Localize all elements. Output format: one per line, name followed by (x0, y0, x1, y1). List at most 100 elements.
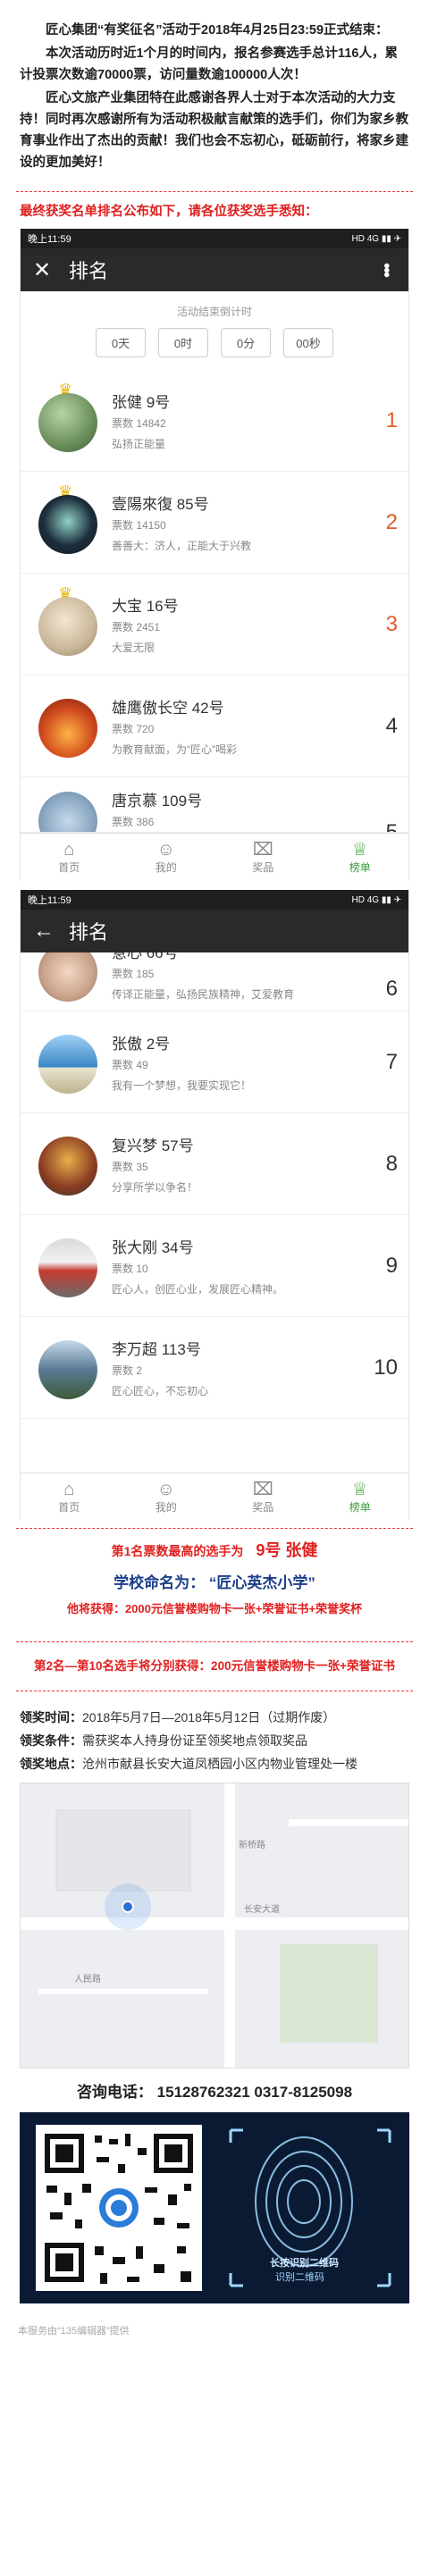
contestant-name: 复兴梦 57号 (112, 1137, 194, 1154)
ranking-row[interactable]: ♛ 壹陽來復 85号 票数 14150 善善大：济人，正能大于兴教 2 (21, 472, 408, 574)
avatar (38, 1238, 97, 1297)
intro-paragraph-2: 本次活动历时近1个月的时间内，报名参赛选手总计116人，累计投票次数逾70000… (20, 46, 398, 82)
rank-number: 8 (385, 1151, 398, 1176)
countdown-seconds: 00秒 (283, 328, 333, 357)
ranking-screenshot-1: 晚上11:59 HD 4G ▮▮ ✈ ✕ 排名 ••• 活动结束倒计时 0天 0… (20, 229, 409, 881)
home-icon: ⌂ (63, 1480, 75, 1499)
avatar (38, 952, 97, 1002)
tab-label: 榜单 (349, 1501, 371, 1514)
avatar (38, 1034, 97, 1094)
ranking-row[interactable]: 张傲 2号 票数 49 我有一个梦想，我要实现它！ 7 (21, 1011, 408, 1113)
tab-label: 首页 (58, 1501, 80, 1514)
back-icon[interactable]: ← (33, 919, 69, 944)
avatar (38, 596, 97, 656)
countdown: 0天 0时 0分 00秒 (21, 328, 408, 357)
map-label: 长安大道 (244, 1905, 280, 1915)
rank-number: 3 (385, 611, 398, 636)
banner-caption: 长按识别二维码 (270, 2258, 339, 2269)
ranking-row[interactable]: 意心 66号 票数 185 传译正能量，弘扬民族精神，艾爱教育 6 (21, 952, 408, 1011)
contestant-name: 张傲 2号 (112, 1036, 171, 1053)
tab-ranking[interactable]: ♕ 榜单 (312, 1473, 409, 1521)
divider (16, 1528, 413, 1529)
home-icon: ⌂ (63, 840, 75, 860)
contestant-slogan: 弘扬正能量 (112, 438, 166, 450)
status-bar: 晚上11:59 HD 4G ▮▮ ✈ (21, 229, 408, 248)
contestant-name: 唐京慕 109号 (112, 793, 203, 810)
trophy-icon: ♕ (351, 1480, 368, 1499)
rank-number: 2 (385, 509, 398, 534)
countdown-hours: 0时 (158, 328, 208, 357)
contact-phone[interactable]: 咨询电话： 15128762321 0317-8125098 (0, 2079, 429, 2102)
tab-home[interactable]: ⌂ 首页 (21, 834, 118, 881)
ranking-row[interactable]: 唐京慕 109号 票数 386 5 (21, 777, 408, 833)
other-places-award: 第2名—第10名选手将分别获得：200元信誉楼购物卡一张+荣誉证书 (34, 1659, 395, 1673)
status-icons: HD 4G ▮▮ ✈ (351, 894, 401, 905)
contestant-slogan: 匠心匠心，不忘初心 (112, 1385, 209, 1397)
vote-count: 票数 35 (112, 1161, 148, 1173)
ranking-screenshot-2: 晚上11:59 HD 4G ▮▮ ✈ ← 排名 意心 66号 票数 185 传译… (20, 890, 409, 1521)
map-label: 人民路 (74, 1975, 101, 1984)
ranking-row[interactable]: 张大刚 34号 票数 10 匠心人，创匠心业，发展匠心精神。 9 (21, 1215, 408, 1317)
contestant-name: 张健 9号 (112, 394, 171, 411)
tab-prizes[interactable]: ⌧ 奖品 (214, 1473, 312, 1521)
close-icon[interactable]: ✕ (33, 257, 69, 283)
tab-label: 我的 (155, 1501, 177, 1514)
countdown-days: 0天 (96, 328, 146, 357)
tab-mine[interactable]: ☺ 我的 (118, 834, 215, 881)
contestant-slogan: 分享所学以争名！ (112, 1181, 198, 1194)
tab-ranking[interactable]: ♕ 榜单 (312, 834, 409, 881)
ranking-row[interactable]: 复兴梦 57号 票数 35 分享所学以争名！ 8 (21, 1113, 408, 1215)
rank-number: 5 (385, 820, 398, 833)
intro-section: 匠心集团“有奖征名”活动于2018年4月25日23:59正式结束： 本次活动历时… (0, 0, 429, 182)
user-icon: ☺ (156, 840, 175, 860)
app-bar: ← 排名 (21, 910, 408, 952)
contestant-slogan: 善善大：济人，正能大于兴教 (112, 540, 252, 552)
vote-count: 票数 185 (112, 968, 155, 980)
tab-home[interactable]: ⌂ 首页 (21, 1473, 118, 1521)
gift-icon: ⌧ (252, 840, 273, 860)
award-time-label: 领奖时间： (20, 1710, 82, 1724)
ranking-row[interactable]: ♛ 张健 9号 票数 14842 弘扬正能量 1 (21, 370, 408, 472)
first-place-label: 第1名票数最高的选手为 (111, 1544, 244, 1558)
winner-notice: 最终获奖名单排名公布如下，请各位获奖选手悉知： (20, 205, 318, 219)
trophy-icon: ♕ (351, 840, 368, 860)
award-place-value: 沧州市献县长安大道凤栖园小区内物业管理处一楼 (82, 1757, 358, 1771)
award-time-value: 2018年5月7日—2018年5月12日（过期作废） (82, 1710, 336, 1724)
tab-mine[interactable]: ☺ 我的 (118, 1473, 215, 1521)
page-title: 排名 (69, 921, 109, 944)
contestant-name: 大宝 16号 (112, 598, 179, 615)
ranking-row[interactable]: 李万超 113号 票数 2 匠心匠心，不忘初心 10 (21, 1317, 408, 1419)
first-place-award: 他将获得：2000元信誉楼购物卡一张+荣誉证书+荣誉奖杯 (66, 1602, 363, 1615)
award-condition-value: 需获奖本人持身份证至领奖地点领取奖品 (82, 1733, 307, 1748)
page-title: 排名 (69, 260, 109, 282)
tab-label: 奖品 (252, 861, 274, 874)
avatar (38, 792, 97, 832)
vote-count: 票数 2 (112, 1364, 143, 1377)
contestant-slogan: 匠心人，创匠心业，发展匠心精神。 (112, 1283, 284, 1296)
rank-number: 9 (385, 1253, 398, 1278)
countdown-label: 活动结束倒计时 (176, 306, 252, 318)
tab-label: 我的 (155, 861, 177, 874)
rank-number: 10 (374, 1355, 398, 1380)
app-bar: ✕ 排名 ••• (21, 248, 408, 291)
status-time: 晚上11:59 (28, 234, 72, 245)
tab-label: 奖品 (252, 1501, 274, 1514)
tab-prizes[interactable]: ⌧ 奖品 (214, 834, 312, 881)
vote-count: 票数 10 (112, 1263, 148, 1275)
intro-paragraph-3: 匠心文旅产业集团特在此感谢各界人士对于本次活动的大力支持！同时再次感谢所有为活动… (20, 91, 408, 170)
avatar (38, 1136, 97, 1196)
tab-bar: ⌂ 首页 ☺ 我的 ⌧ 奖品 ♕ 榜单 (21, 1473, 408, 1521)
vote-count: 票数 386 (112, 816, 155, 828)
location-map[interactable]: 长安大道 新桥路 人民路 (20, 1783, 409, 2068)
first-place-line: 第1名票数最高的选手为 9号 张健 (0, 1538, 429, 1561)
status-bar: 晚上11:59 HD 4G ▮▮ ✈ (21, 890, 408, 910)
map-graphic (21, 1783, 408, 2068)
status-icons: HD 4G ▮▮ ✈ (351, 233, 401, 244)
rank-number: 7 (385, 1049, 398, 1074)
ranking-row[interactable]: ♛ 大宝 16号 票数 2451 大爱无限 3 (21, 574, 408, 675)
award-place: 领奖地点：沧州市献县长安大道凤栖园小区内物业管理处一楼 (20, 1752, 409, 1775)
ranking-row[interactable]: 雄鹰傲长空 42号 票数 720 为教育献面，为“匠心”喝彩 4 (21, 675, 408, 777)
qr-banner: 长按识别二维码 识别二维码 (20, 2112, 409, 2303)
more-icon[interactable]: ••• (375, 263, 396, 276)
